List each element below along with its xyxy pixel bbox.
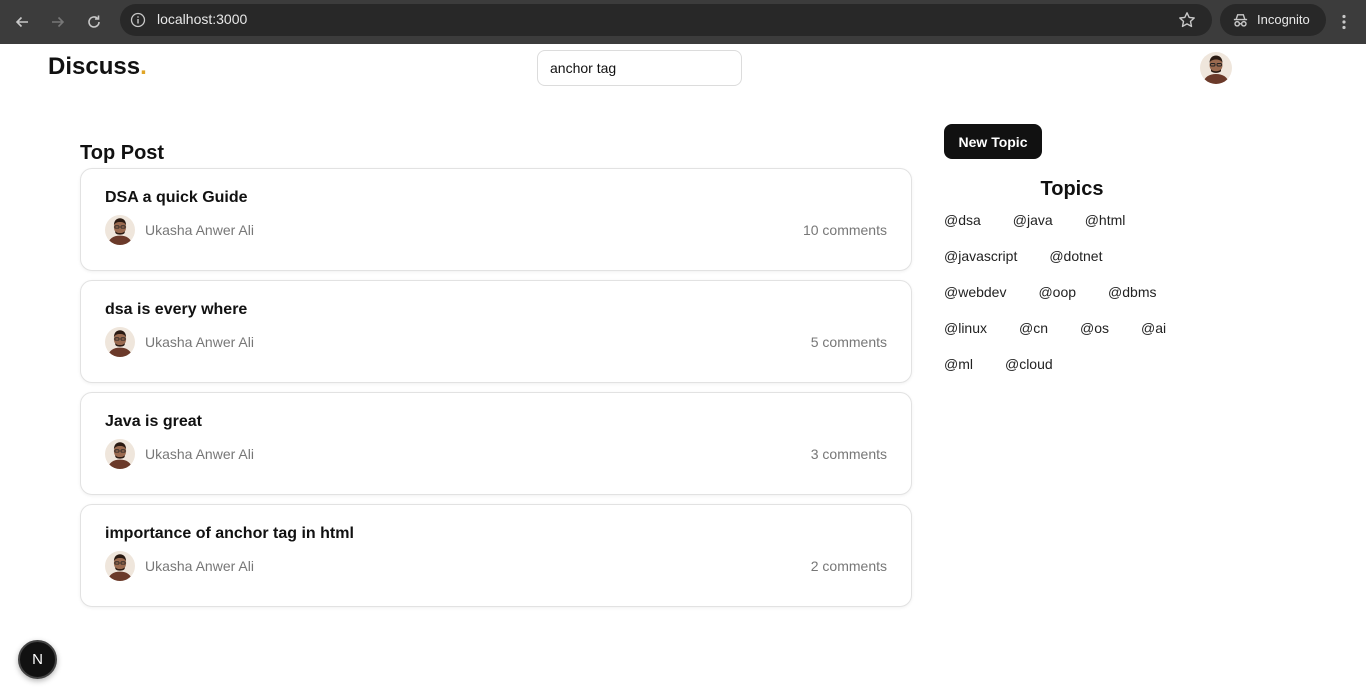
topic-link[interactable]: @html [1085, 212, 1126, 228]
new-topic-button[interactable]: New Topic [944, 124, 1042, 159]
topic-link[interactable]: @javascript [944, 248, 1017, 264]
topic-row: @webdev @oop @dbms [944, 284, 1157, 300]
bookmark-star-icon[interactable] [1178, 11, 1196, 29]
browser-toolbar: localhost:3000 Incognito [0, 0, 1366, 44]
topic-link[interactable]: @dsa [944, 212, 981, 228]
post-title[interactable]: Java is great [105, 413, 202, 431]
incognito-label: Incognito [1257, 12, 1310, 27]
nextjs-dev-indicator[interactable]: N [18, 640, 57, 679]
author-avatar [105, 551, 135, 581]
author-avatar [105, 215, 135, 245]
post-title[interactable]: dsa is every where [105, 301, 247, 319]
post-author: Ukasha Anwer Ali [145, 222, 254, 238]
post-comment-count: 3 comments [810, 446, 887, 462]
post-title[interactable]: importance of anchor tag in html [105, 525, 354, 543]
post-author: Ukasha Anwer Ali [145, 558, 254, 574]
topic-link[interactable]: @ml [944, 356, 973, 372]
topic-row: @linux @cn @os @ai [944, 320, 1166, 336]
reload-icon[interactable] [80, 8, 108, 36]
author-avatar [105, 327, 135, 357]
topic-row: @javascript @dotnet [944, 248, 1102, 264]
post-card[interactable]: dsa is every where Ukasha Anwer Ali 5 co… [80, 280, 912, 383]
topic-link[interactable]: @dotnet [1049, 248, 1102, 264]
post-card[interactable]: importance of anchor tag in html Ukasha … [80, 504, 912, 607]
logo-text: Discuss [48, 53, 141, 80]
topic-link[interactable]: @oop [1038, 284, 1076, 300]
search-input[interactable] [537, 50, 742, 86]
post-card[interactable]: Java is great Ukasha Anwer Ali 3 comment… [80, 392, 912, 495]
topic-row: @dsa @java @html [944, 212, 1125, 228]
url-text: localhost:3000 [157, 11, 248, 27]
more-menu-icon[interactable] [1334, 8, 1354, 36]
site-info-icon[interactable] [130, 12, 146, 28]
topic-link[interactable]: @cn [1019, 320, 1048, 336]
section-title: Top Post [80, 142, 165, 164]
topic-link[interactable]: @os [1080, 320, 1109, 336]
topic-row: @ml @cloud [944, 356, 1053, 372]
incognito-indicator[interactable]: Incognito [1220, 4, 1326, 36]
site-logo[interactable]: Discuss. [48, 53, 147, 81]
post-author: Ukasha Anwer Ali [145, 446, 254, 462]
back-arrow-icon[interactable] [8, 8, 36, 36]
logo-dot: . [140, 53, 147, 80]
topic-link[interactable]: @cloud [1005, 356, 1053, 372]
post-comment-count: 10 comments [802, 222, 887, 238]
post-comment-count: 2 comments [810, 558, 887, 574]
post-card[interactable]: DSA a quick Guide Ukasha Anwer Ali 10 co… [80, 168, 912, 271]
forward-arrow-icon[interactable] [44, 8, 72, 36]
author-avatar [105, 439, 135, 469]
topic-link[interactable]: @webdev [944, 284, 1006, 300]
incognito-icon [1233, 14, 1248, 27]
topic-link[interactable]: @ai [1141, 320, 1166, 336]
nextjs-logo-letter: N [32, 651, 43, 668]
topic-link[interactable]: @dbms [1108, 284, 1156, 300]
topic-link[interactable]: @linux [944, 320, 987, 336]
user-avatar[interactable] [1200, 52, 1232, 84]
topics-heading: Topics [1040, 178, 1104, 200]
post-comment-count: 5 comments [810, 334, 887, 350]
post-author: Ukasha Anwer Ali [145, 334, 254, 350]
post-title[interactable]: DSA a quick Guide [105, 189, 248, 207]
address-bar[interactable]: localhost:3000 [120, 4, 1212, 36]
topic-link[interactable]: @java [1013, 212, 1053, 228]
